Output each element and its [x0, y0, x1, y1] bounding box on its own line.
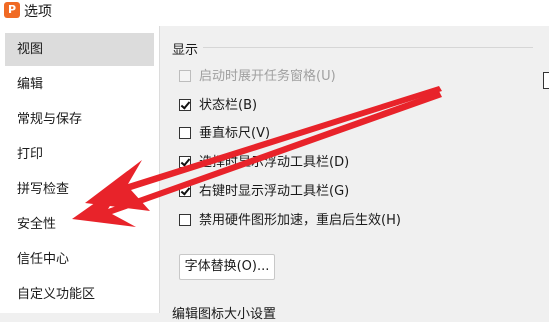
app-logo-icon: P [4, 2, 20, 18]
sidebar-item-customize-ribbon[interactable]: 自定义功能区 [5, 278, 154, 311]
font-replace-button[interactable]: 字体替换(O)... [179, 254, 275, 280]
option-label: 选择时显示浮动工具栏(D) [199, 155, 350, 170]
sidebar-item-print[interactable]: 打印 [5, 138, 154, 171]
status-bar-checkbox[interactable] [179, 99, 191, 111]
partial-checkbox[interactable] [543, 72, 549, 89]
option-label: 禁用硬件图形加速，重启后生效(H) [199, 213, 401, 228]
expand-task-pane-checkbox[interactable] [179, 70, 191, 82]
sidebar-item-spellcheck[interactable]: 拼写检查 [5, 173, 154, 206]
sidebar-item-edit[interactable]: 编辑 [5, 68, 154, 101]
sidebar-item-general-save[interactable]: 常规与保存 [5, 103, 154, 136]
select-floating-toolbar-checkbox[interactable] [179, 156, 191, 168]
sidebar-item-view[interactable]: 视图 [5, 33, 154, 66]
option-label: 启动时展开任务窗格(U) [199, 69, 336, 84]
section-title-display: 显示 [172, 43, 199, 58]
option-label: 垂直标尺(V) [199, 126, 271, 141]
vertical-ruler-checkbox[interactable] [179, 127, 191, 139]
sidebar-item-security[interactable]: 安全性 [5, 208, 154, 241]
title-bar: P 选项 [0, 0, 549, 26]
option-label: 状态栏(B) [199, 98, 258, 113]
disable-hw-acceleration-checkbox[interactable] [179, 214, 191, 226]
window-title: 选项 [24, 4, 52, 20]
rightclick-floating-toolbar-checkbox[interactable] [179, 185, 191, 197]
options-content-panel: 显示 启动时展开任务窗格(U) 状态栏(B) 垂直标尺(V) 选择时显示浮动工具… [165, 26, 549, 322]
options-sidebar: 视图 编辑 常规与保存 打印 拼写检查 安全性 信任中心 自定义功能区 [0, 26, 160, 313]
option-label: 右键时显示浮动工具栏(G) [199, 184, 350, 199]
section-divider [203, 47, 533, 48]
sidebar-item-trust-center[interactable]: 信任中心 [5, 243, 154, 276]
